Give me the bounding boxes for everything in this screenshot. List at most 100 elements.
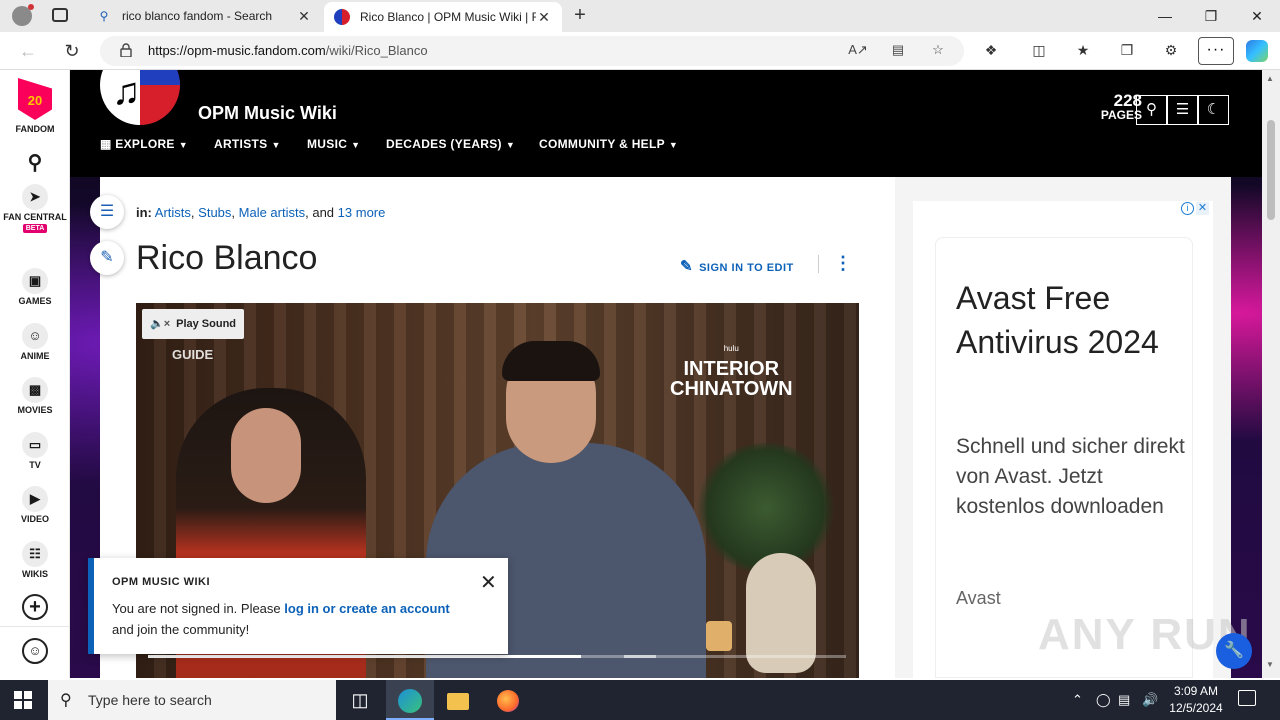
tab-actions-icon[interactable] [52,8,68,22]
page-count-number: 228 [1113,91,1142,110]
favorites-icon[interactable]: ★ [1072,42,1094,62]
mute-icon: 🔈× [150,318,171,330]
search-icon: ⚲ [60,692,72,709]
rail-search[interactable]: ⚲ [0,150,70,178]
rail-create-button[interactable]: + [0,594,70,622]
performance-icon[interactable]: ⚙ [1160,42,1182,62]
copilot-icon[interactable] [1246,40,1268,62]
system-clock[interactable]: 3:09 AM 12/5/2024 [1168,683,1224,717]
advertisement[interactable]: i ✕ Avast Free Antivirus 2024 Schnell und… [913,201,1213,678]
refresh-button[interactable]: ↻ [60,40,84,62]
clock-time: 3:09 AM [1173,684,1219,698]
category-link[interactable]: Stubs [198,205,231,220]
ad-brand: Avast [956,588,1001,608]
table-of-contents-button[interactable]: ☰ [90,195,124,229]
tab-wiki[interactable]: Rico Blanco | OPM Music Wiki | F ✕ [324,2,562,32]
lock-icon [120,43,132,57]
play-icon: ▶ [22,486,48,512]
play-sound-button[interactable]: 🔈× Play Sound [142,309,244,339]
sign-in-to-edit-button[interactable]: ✎ SIGN IN TO EDIT [680,257,794,275]
channel-label: GUIDE [172,347,214,362]
close-window-button[interactable]: ✕ [1234,0,1280,32]
new-tab-button[interactable]: + [568,4,592,28]
rail-item-games[interactable]: ▣ GAMES [0,268,70,306]
nav-decades[interactable]: DECADES (YEARS) ▼ [386,137,515,151]
web-page: 20 FANDOM ⚲ ➤ FAN CENTRAL BETA ▣ GAMES ☺… [0,70,1262,678]
nav-explore[interactable]: ▦ EXPLORE ▼ [100,137,188,151]
wrench-tools-button[interactable]: 🔧 [1216,633,1252,669]
rail-item-fan-central[interactable]: ➤ FAN CENTRAL BETA [0,184,70,233]
video-buffer [624,655,656,658]
rail-label: ANIME [20,351,50,361]
rail-user-button[interactable]: ☺ [0,638,70,666]
nav-artists[interactable]: ARTISTS ▼ [214,137,281,151]
close-ad-icon[interactable]: ✕ [1196,202,1209,215]
back-button[interactable]: ← [16,40,40,62]
rail-label: TV [29,460,41,470]
read-aloud-icon[interactable]: A↗ [848,42,868,60]
show-logo: hulu INTERIOR CHINATOWN [670,339,793,399]
login-link[interactable]: log in or create an account [284,601,449,616]
file-explorer-icon[interactable] [434,680,482,720]
windows-start-icon[interactable] [14,691,32,709]
fandom-logo[interactable]: 20 FANDOM [0,78,70,134]
nav-music[interactable]: MUSIC ▼ [307,137,360,151]
tab-title: Rico Blanco | OPM Music Wiki | F [360,10,536,24]
notification-center-icon[interactable] [1238,690,1256,706]
rail-item-anime[interactable]: ☺ ANIME [0,323,70,361]
task-view-icon[interactable]: ◫ [336,680,384,720]
favorite-star-icon[interactable]: ☆ [928,42,948,60]
edit-pencil-button[interactable]: ✎ [90,241,124,275]
tv-icon: ▭ [22,432,48,458]
close-tab-icon[interactable]: ✕ [536,9,552,26]
url-bar[interactable]: https://opm-music.fandom.com/wiki/Rico_B… [100,36,964,66]
network-icon[interactable]: ▤ [1118,692,1130,708]
category-link[interactable]: Male artists [239,205,305,220]
scroll-up-icon[interactable]: ▲ [1266,74,1274,83]
more-options-button[interactable]: ··· [1198,37,1234,65]
rail-item-movies[interactable]: ▩ MOVIES [0,377,70,415]
search-icon: ⚲ [27,152,43,174]
search-icon: ⚲ [99,9,109,23]
plus-circle-icon: + [22,594,48,620]
scrollbar-thumb[interactable] [1267,120,1275,220]
scroll-down-icon[interactable]: ▼ [1266,660,1274,669]
show-hidden-icons[interactable]: ⌃ [1072,692,1083,708]
discussions-icon[interactable]: ☰ [1167,95,1198,125]
minimize-button[interactable]: — [1142,0,1188,32]
rail-item-wikis[interactable]: ☷ WIKIS [0,541,70,579]
rail-item-video[interactable]: ▶ VIDEO [0,486,70,524]
page-scrollbar[interactable]: ▲ ▼ [1262,70,1280,678]
dark-mode-icon[interactable]: ☾ [1198,95,1229,125]
firefox-icon[interactable] [484,680,532,720]
edge-browser-icon[interactable] [386,680,434,720]
volume-icon[interactable]: 🔊 [1142,692,1158,708]
wiki-name[interactable]: OPM Music Wiki [198,103,337,124]
more-actions-icon[interactable]: ⋮ [834,253,852,274]
extensions-icon[interactable]: ❖ [980,42,1002,62]
wiki-search-button[interactable]: ⚲ [1136,95,1167,125]
wiki-logo[interactable]: ♫ [100,70,180,125]
rail-item-tv[interactable]: ▭ TV [0,432,70,470]
category-link[interactable]: Artists [155,205,191,220]
more-categories-link[interactable]: 13 more [338,205,386,220]
close-tab-icon[interactable]: ✕ [296,8,312,25]
split-screen-icon[interactable]: ◫ [1028,42,1050,62]
ad-body: Schnell und sicher direkt von Avast. Jet… [956,435,1185,518]
plant-shape [696,443,836,573]
wiki-favicon-icon [334,9,350,25]
maximize-button[interactable]: ❐ [1188,0,1234,32]
collections-icon[interactable]: ❐ [1116,42,1138,62]
rail-label: FAN CENTRAL [3,212,67,222]
video-progress-bar[interactable] [148,655,846,658]
close-toast-icon[interactable]: ✕ [480,570,497,595]
meet-now-icon[interactable]: ◯ [1096,692,1111,708]
immersive-reader-icon[interactable]: ▤ [888,42,908,60]
page-count-label: PAGES [1100,108,1142,122]
ad-choices[interactable]: i ✕ [1181,202,1211,218]
rocket-icon: ➤ [22,184,48,210]
show-title-line1: INTERIOR [683,358,780,380]
tab-search[interactable]: ⚲ rico blanco fandom - Search ✕ [86,0,322,32]
taskbar-search-box[interactable]: ⚲ Type here to search [48,680,336,720]
nav-community[interactable]: COMMUNITY & HELP ▼ [539,137,678,151]
